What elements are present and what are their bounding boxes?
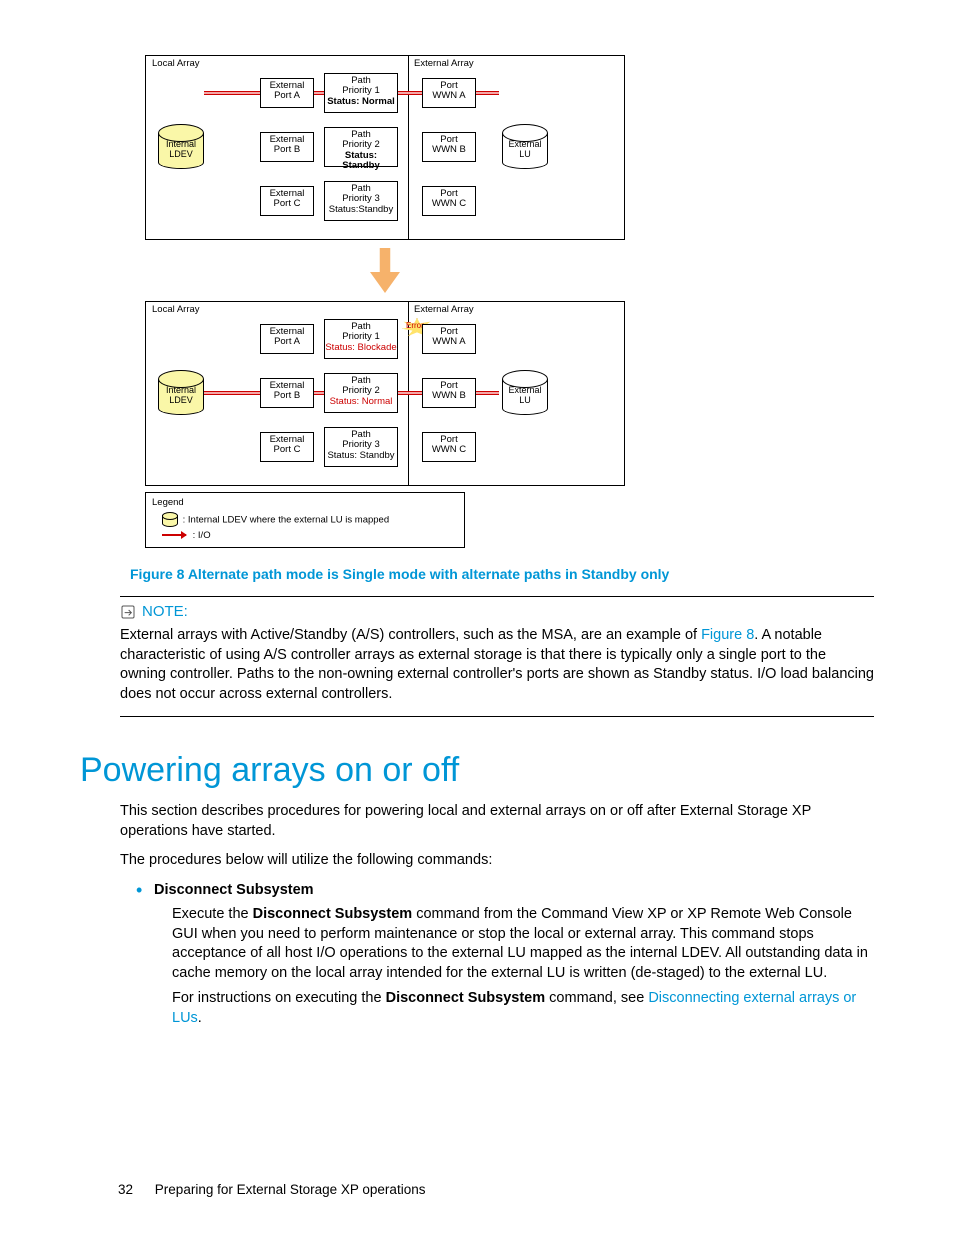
- path-priority-1: Path Priority 1 Status: Normal: [324, 73, 398, 113]
- legend: Legend : Internal LDEV where the externa…: [145, 492, 465, 548]
- legend-title: Legend: [152, 497, 458, 508]
- path-priority-3-2: Path Priority 3 Status: Standby: [324, 427, 398, 467]
- note-block: NOTE: External arrays with Active/Standb…: [120, 603, 874, 704]
- path-priority-1-2: Path Priority 1 Status: Blockade: [324, 319, 398, 359]
- path-priority-2: Path Priority 2 Status: Standby: [324, 127, 398, 167]
- section-heading: Powering arrays on or off: [80, 751, 874, 790]
- diagram-bottom: Local Array External Array Internal LDEV…: [145, 301, 625, 486]
- note-rule-bottom: [120, 716, 874, 717]
- note-rule-top: [120, 596, 874, 597]
- legend-ldev-icon: [162, 512, 176, 528]
- path-priority-3: Path Priority 3 Status:Standby: [324, 181, 398, 221]
- footer-title: Preparing for External Storage XP operat…: [155, 1182, 426, 1197]
- port-wwn-b-2: Port WWN B: [422, 378, 476, 408]
- label-local-array: Local Array: [152, 59, 200, 69]
- note-icon: [120, 604, 136, 620]
- external-lu-icon-2: External LU: [502, 370, 548, 418]
- external-lu-icon: External LU: [502, 124, 548, 172]
- command-name: Disconnect Subsystem: [154, 882, 314, 898]
- external-port-a: External Port A: [260, 78, 314, 108]
- page-footer: 32 Preparing for External Storage XP ope…: [118, 1182, 425, 1197]
- note-heading: NOTE:: [142, 603, 188, 620]
- legend-item-2: : I/O: [193, 530, 211, 541]
- link-figure-8[interactable]: Figure 8: [701, 627, 754, 643]
- port-wwn-a-2: Port WWN A: [422, 324, 476, 354]
- note-body: External arrays with Active/Standby (A/S…: [120, 626, 874, 704]
- label-external-array-2: External Array: [414, 305, 474, 315]
- external-port-a-2: External Port A: [260, 324, 314, 354]
- arrow-down-icon: [370, 248, 400, 293]
- legend-io-arrow-icon: [162, 534, 186, 536]
- legend-item-1: : Internal LDEV where the external LU is…: [183, 515, 389, 526]
- external-port-b: External Port B: [260, 132, 314, 162]
- command-para-1: Execute the Disconnect Subsystem command…: [172, 905, 874, 983]
- port-wwn-b: Port WWN B: [422, 132, 476, 162]
- diagram: Local Array External Array Internal LDEV…: [145, 55, 625, 548]
- para-2: The procedures below will utilize the fo…: [120, 851, 874, 871]
- label-external-array: External Array: [414, 59, 474, 69]
- path-priority-2-2: Path Priority 2 Status: Normal: [324, 373, 398, 413]
- external-port-b-2: External Port B: [260, 378, 314, 408]
- figure-caption: Figure 8 Alternate path mode is Single m…: [130, 566, 874, 582]
- port-wwn-a: Port WWN A: [422, 78, 476, 108]
- command-list: Disconnect Subsystem Execute the Disconn…: [136, 881, 874, 1028]
- command-para-2: For instructions on executing the Discon…: [172, 989, 874, 1028]
- command-item: Disconnect Subsystem Execute the Disconn…: [136, 881, 874, 1028]
- page-number: 32: [118, 1182, 133, 1197]
- port-wwn-c: Port WWN C: [422, 186, 476, 216]
- internal-ldev-icon-2: Internal LDEV: [158, 370, 204, 418]
- internal-ldev-icon: Internal LDEV: [158, 124, 204, 172]
- label-local-array-2: Local Array: [152, 305, 200, 315]
- external-port-c: External Port C: [260, 186, 314, 216]
- port-wwn-c-2: Port WWN C: [422, 432, 476, 462]
- para-1: This section describes procedures for po…: [120, 802, 874, 841]
- external-port-c-2: External Port C: [260, 432, 314, 462]
- diagram-top: Local Array External Array Internal LDEV…: [145, 55, 625, 240]
